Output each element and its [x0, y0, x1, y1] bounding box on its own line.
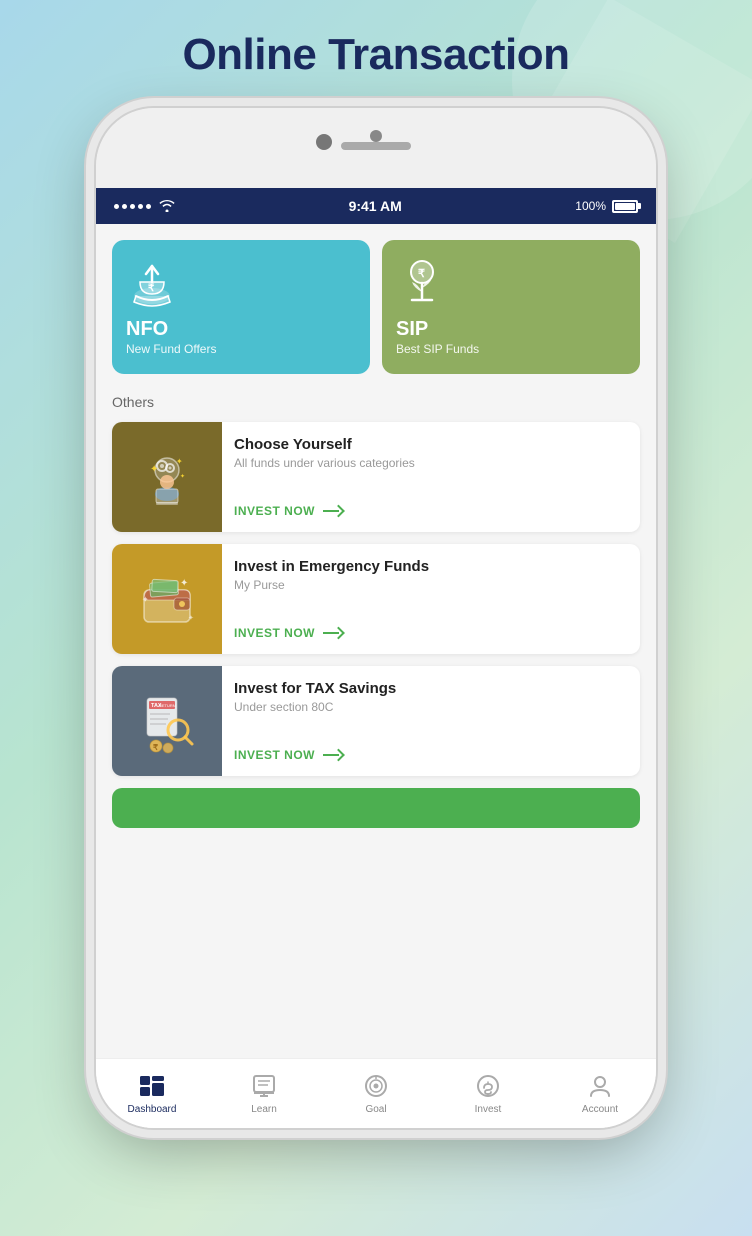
signal-dot-3	[130, 204, 135, 209]
choose-yourself-desc: All funds under various categories	[234, 456, 628, 470]
emergency-arrow	[323, 627, 343, 639]
status-right: 100%	[575, 199, 638, 213]
sip-card[interactable]: ₹ SIP Best SIP Funds	[382, 240, 640, 374]
nav-learn[interactable]: Learn	[208, 1072, 320, 1115]
nfo-title: NFO	[126, 318, 168, 340]
status-left	[114, 200, 175, 212]
svg-text:✦: ✦	[180, 578, 188, 589]
nav-goal[interactable]: Goal	[320, 1072, 432, 1115]
signal-dot-2	[122, 204, 127, 209]
signal-dot-4	[138, 204, 143, 209]
battery-fill	[615, 203, 635, 210]
tax-invest-label: INVEST NOW	[234, 748, 315, 762]
invest-icon	[474, 1072, 502, 1100]
tax-invest-btn[interactable]: INVEST NOW	[234, 748, 628, 762]
svg-text:✦: ✦	[188, 614, 194, 622]
sip-title: SIP	[396, 318, 428, 340]
goal-label: Goal	[365, 1104, 386, 1115]
choose-yourself-arrow	[323, 505, 343, 517]
account-icon	[586, 1072, 614, 1100]
choose-yourself-content: Choose Yourself All funds under various …	[222, 422, 640, 532]
sip-icon: ₹	[396, 258, 448, 310]
scroll-content[interactable]: ₹ NFO New Fund Offers	[96, 224, 656, 1058]
emergency-funds-content: Invest in Emergency Funds My Purse INVES…	[222, 544, 640, 654]
status-time: 9:41 AM	[349, 198, 402, 214]
nfo-card[interactable]: ₹ NFO New Fund Offers	[112, 240, 370, 374]
choose-yourself-invest-btn[interactable]: INVEST NOW	[234, 504, 628, 518]
svg-text:✦: ✦	[142, 595, 149, 604]
choose-yourself-title: Choose Yourself	[234, 436, 628, 453]
tax-savings-card[interactable]: TAX RETURN ₹	[112, 666, 640, 776]
tax-savings-title: Invest for TAX Savings	[234, 680, 628, 697]
tax-savings-image: TAX RETURN ₹	[112, 666, 222, 776]
dashboard-icon	[138, 1072, 166, 1100]
emergency-invest-btn[interactable]: INVEST NOW	[234, 626, 628, 640]
tax-arrow	[323, 749, 343, 761]
emergency-funds-image: ✦ ✦ ✦	[112, 544, 222, 654]
sip-subtitle: Best SIP Funds	[396, 342, 479, 356]
svg-text:RETURN: RETURN	[159, 703, 176, 708]
page-title: Online Transaction	[182, 30, 569, 80]
account-label: Account	[582, 1104, 618, 1115]
status-bar: 9:41 AM 100%	[96, 188, 656, 224]
others-label: Others	[112, 394, 640, 410]
svg-text:₹: ₹	[153, 743, 158, 752]
goal-icon	[362, 1072, 390, 1100]
svg-text:✦: ✦	[176, 457, 183, 466]
battery-percentage: 100%	[575, 199, 606, 213]
nfo-subtitle: New Fund Offers	[126, 342, 216, 356]
svg-text:✦: ✦	[180, 473, 185, 480]
emergency-funds-card[interactable]: ✦ ✦ ✦ Invest in Emergency Funds My Purse…	[112, 544, 640, 654]
phone-top	[96, 108, 656, 188]
wifi-icon	[159, 200, 175, 212]
fund-cards-row: ₹ NFO New Fund Offers	[112, 240, 640, 374]
tax-savings-desc: Under section 80C	[234, 700, 628, 714]
emergency-funds-title: Invest in Emergency Funds	[234, 558, 628, 575]
signal-dot-1	[114, 204, 119, 209]
svg-text:₹: ₹	[148, 283, 155, 294]
nav-dashboard[interactable]: Dashboard	[96, 1072, 208, 1115]
learn-label: Learn	[251, 1104, 277, 1115]
learn-icon	[250, 1072, 278, 1100]
choose-yourself-invest-label: INVEST NOW	[234, 504, 315, 518]
top-sensor	[370, 130, 382, 142]
signal-dot-5	[146, 204, 151, 209]
emergency-invest-label: INVEST NOW	[234, 626, 315, 640]
nav-invest[interactable]: Invest	[432, 1072, 544, 1115]
choose-yourself-image: ✦ ✦ ✦	[112, 422, 222, 532]
dashboard-label: Dashboard	[128, 1104, 177, 1115]
svg-text:✦: ✦	[150, 464, 158, 475]
tax-savings-content: Invest for TAX Savings Under section 80C…	[222, 666, 640, 776]
speaker	[341, 142, 411, 150]
emergency-funds-desc: My Purse	[234, 578, 628, 592]
battery-icon	[612, 200, 638, 213]
choose-yourself-card[interactable]: ✦ ✦ ✦ Choose Yourself All funds under va…	[112, 422, 640, 532]
phone-frame: 9:41 AM 100%	[96, 108, 656, 1128]
partial-card	[112, 788, 640, 828]
nfo-icon: ₹	[126, 258, 178, 310]
phone-screen: 9:41 AM 100%	[96, 188, 656, 1128]
svg-text:₹: ₹	[418, 268, 425, 280]
bottom-nav: Dashboard Learn	[96, 1058, 656, 1128]
nav-account[interactable]: Account	[544, 1072, 656, 1115]
invest-label: Invest	[475, 1104, 502, 1115]
signal-dots	[114, 204, 151, 209]
front-camera	[316, 134, 332, 150]
